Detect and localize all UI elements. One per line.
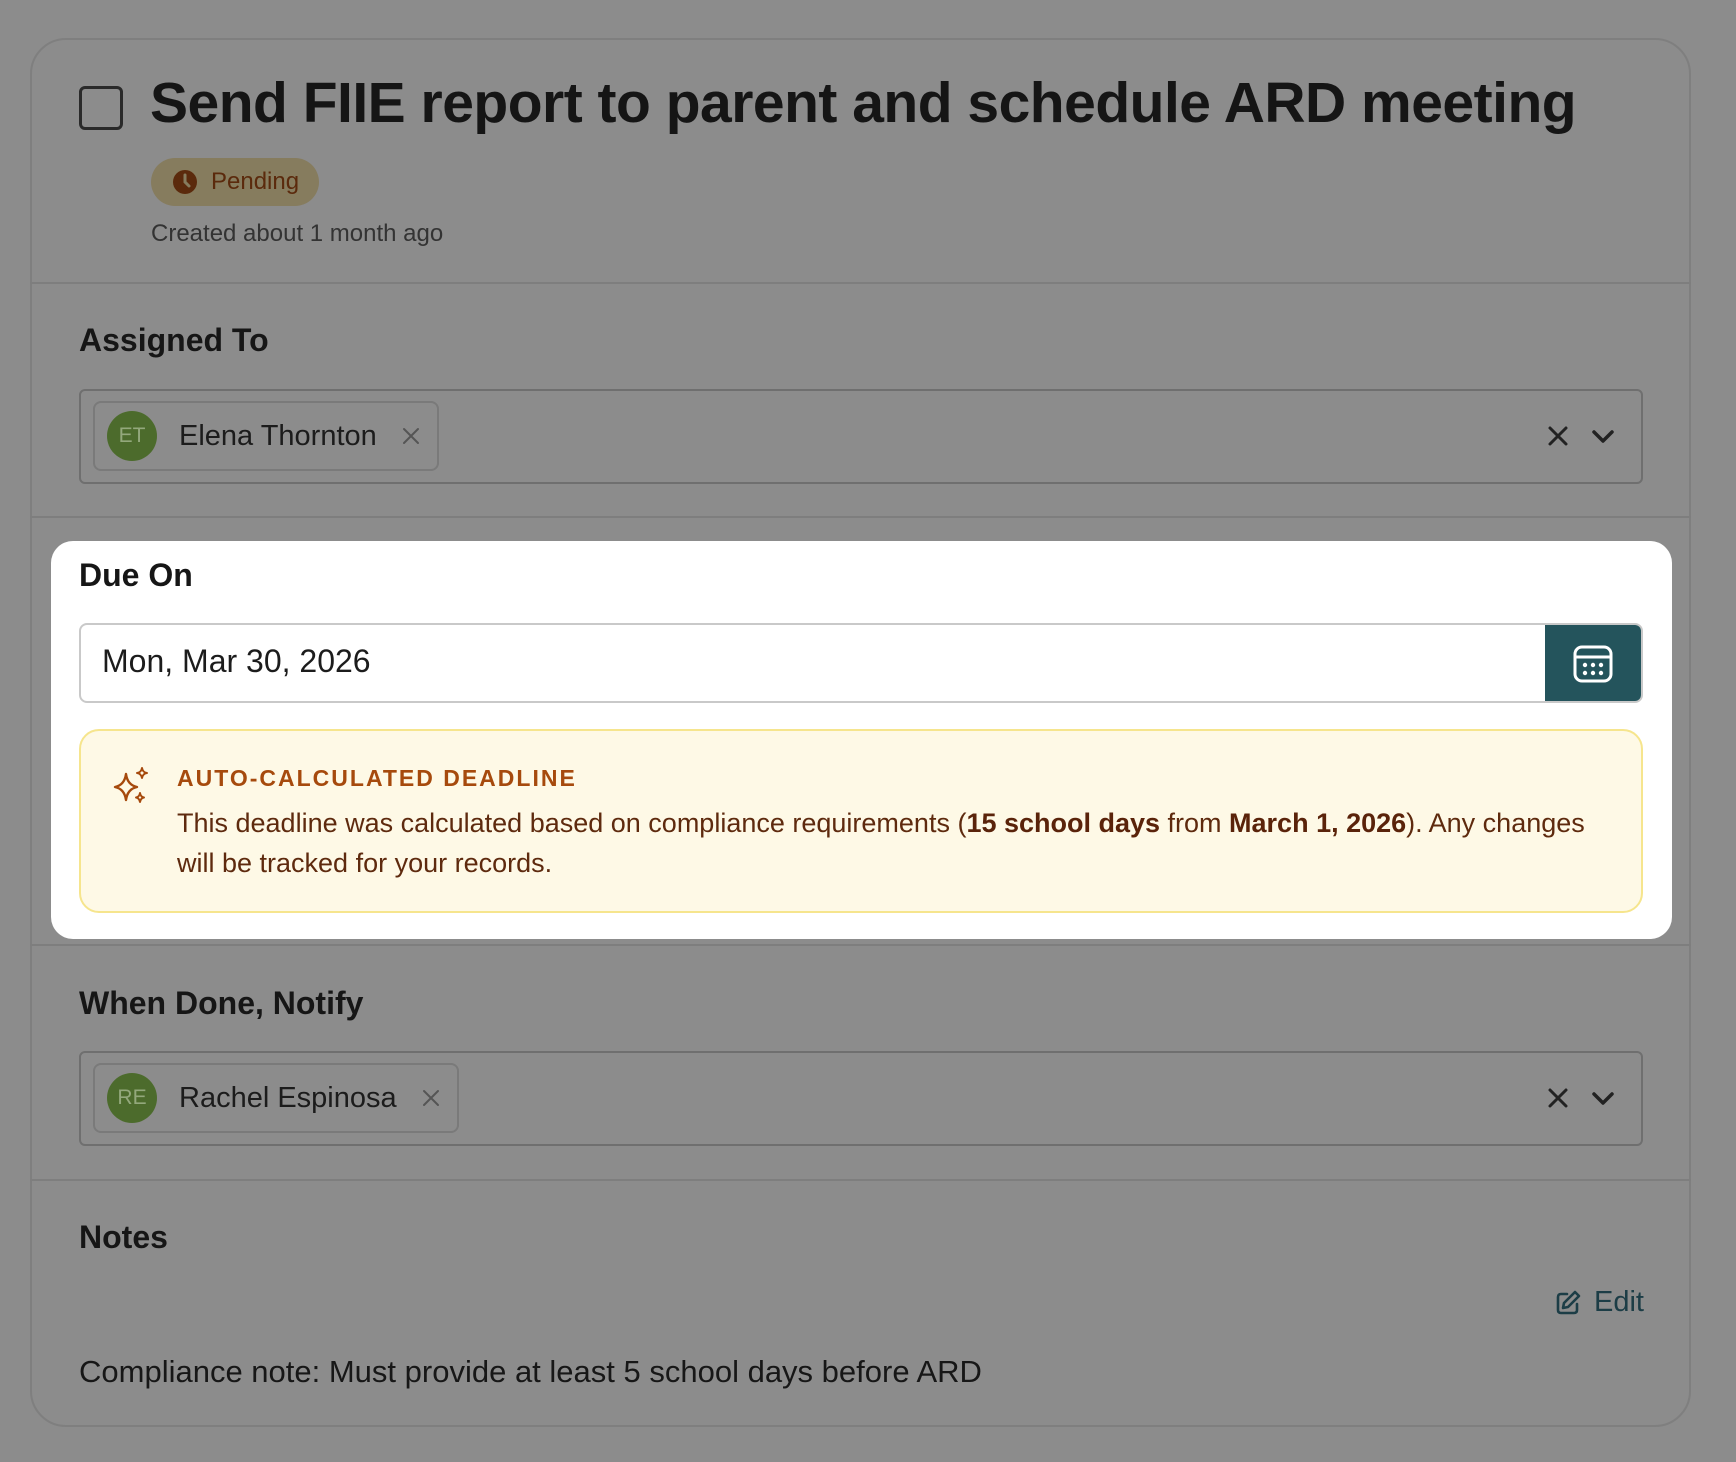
clear-selection-icon[interactable] [1545,1085,1571,1111]
assignee-name: Elena Thornton [179,419,377,452]
remove-chip-icon[interactable] [419,1086,443,1110]
task-title: Send FIIE report to parent and schedule … [150,71,1577,135]
notes-label: Notes [79,1219,168,1255]
assignee-chip: ET Elena Thornton [93,401,439,471]
notify-select[interactable]: RE Rachel Espinosa [79,1051,1643,1146]
remove-chip-icon[interactable] [399,424,423,448]
alert-title: AUTO-CALCULATED DEADLINE [177,765,577,791]
divider [30,944,1691,946]
notes-content: Compliance note: Must provide at least 5… [79,1354,982,1389]
status-label: Pending [211,168,300,195]
divider [30,516,1691,518]
task-complete-checkbox[interactable] [79,86,123,130]
divider [30,282,1691,284]
assigned-to-select[interactable]: ET Elena Thornton [79,389,1643,484]
calendar-icon [1573,645,1613,683]
clock-icon [173,170,197,194]
sparkle-icon [113,767,148,803]
avatar: RE [107,1073,157,1123]
clear-selection-icon[interactable] [1545,423,1571,449]
auto-deadline-alert: AUTO-CALCULATED DEADLINE This deadline w… [79,729,1643,913]
edit-icon [1556,1290,1581,1314]
edit-notes-button[interactable]: Edit [1554,1286,1644,1319]
notify-name: Rachel Espinosa [179,1081,397,1114]
notify-chip: RE Rachel Espinosa [93,1063,459,1133]
alert-message: This deadline was calculated based on co… [177,808,1585,878]
divider [30,1179,1691,1181]
status-badge: Pending [151,158,320,206]
start-date: March 1, 2026 [1229,808,1407,838]
notify-label: When Done, Notify [79,985,364,1021]
school-days-count: 15 school days [966,808,1161,838]
avatar: ET [107,411,157,461]
due-date-value: Mon, Mar 30, 2026 [102,643,371,679]
edit-label: Edit [1594,1286,1644,1318]
calendar-button[interactable] [1545,625,1641,701]
due-on-label: Due On [79,557,193,593]
chevron-down-icon[interactable] [1589,424,1617,448]
due-date-input[interactable]: Mon, Mar 30, 2026 [79,623,1643,703]
assigned-to-label: Assigned To [79,322,269,358]
created-timestamp: Created about 1 month ago [151,220,444,247]
chevron-down-icon[interactable] [1589,1086,1617,1110]
